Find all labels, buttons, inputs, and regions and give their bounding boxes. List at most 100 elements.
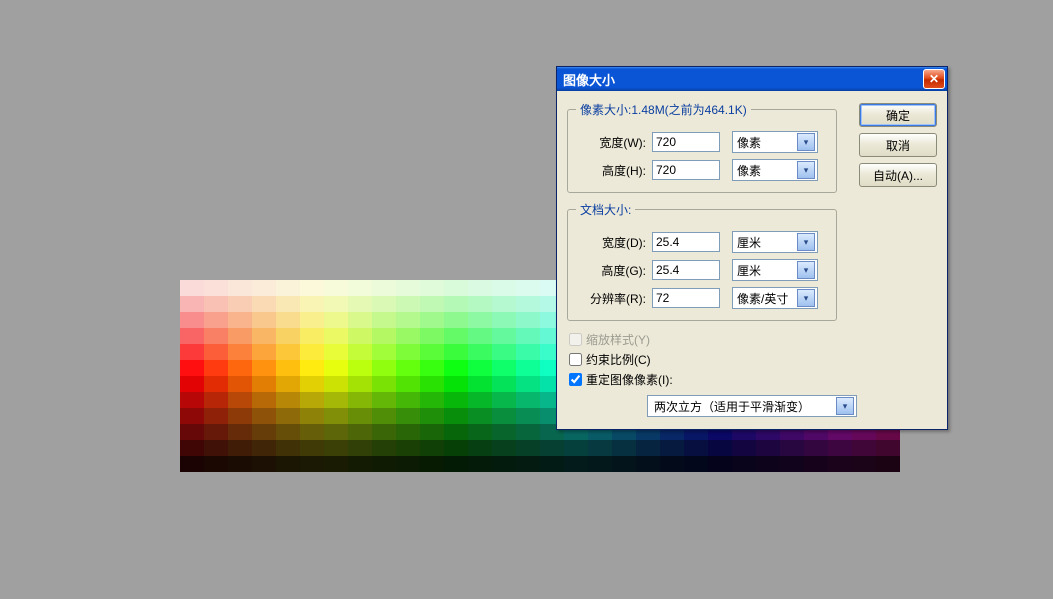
swatch-cell[interactable] (468, 456, 492, 472)
swatch-cell[interactable] (612, 456, 636, 472)
swatch-cell[interactable] (180, 280, 204, 296)
swatch-cell[interactable] (204, 424, 228, 440)
swatch-cell[interactable] (468, 296, 492, 312)
swatch-cell[interactable] (468, 328, 492, 344)
swatch-cell[interactable] (516, 392, 540, 408)
swatch-cell[interactable] (180, 376, 204, 392)
swatch-cell[interactable] (756, 456, 780, 472)
swatch-cell[interactable] (396, 392, 420, 408)
swatch-cell[interactable] (492, 424, 516, 440)
doc-height-input[interactable] (652, 260, 720, 280)
swatch-cell[interactable] (180, 312, 204, 328)
swatch-cell[interactable] (420, 376, 444, 392)
swatch-cell[interactable] (396, 296, 420, 312)
swatch-cell[interactable] (276, 408, 300, 424)
chevron-down-icon[interactable]: ▾ (836, 397, 854, 415)
swatch-cell[interactable] (252, 360, 276, 376)
swatch-cell[interactable] (444, 440, 468, 456)
swatch-cell[interactable] (420, 392, 444, 408)
chevron-down-icon[interactable]: ▾ (797, 289, 815, 307)
swatch-cell[interactable] (684, 440, 708, 456)
titlebar[interactable]: 图像大小 ✕ (557, 67, 947, 91)
swatch-cell[interactable] (300, 392, 324, 408)
swatch-cell[interactable] (732, 440, 756, 456)
swatch-cell[interactable] (252, 344, 276, 360)
ok-button[interactable]: 确定 (859, 103, 937, 127)
swatch-cell[interactable] (420, 408, 444, 424)
resolution-unit-select[interactable]: 像素/英寸 ▾ (732, 287, 818, 309)
swatch-cell[interactable] (300, 312, 324, 328)
swatch-cell[interactable] (204, 392, 228, 408)
swatch-cell[interactable] (228, 440, 252, 456)
swatch-cell[interactable] (180, 360, 204, 376)
swatch-cell[interactable] (852, 456, 876, 472)
swatch-cell[interactable] (612, 440, 636, 456)
swatch-cell[interactable] (180, 296, 204, 312)
swatch-cell[interactable] (372, 296, 396, 312)
pixel-height-unit-select[interactable]: 像素 ▾ (732, 159, 818, 181)
swatch-cell[interactable] (228, 280, 252, 296)
pixel-height-input[interactable] (652, 160, 720, 180)
swatch-cell[interactable] (492, 360, 516, 376)
swatch-cell[interactable] (828, 456, 852, 472)
swatch-cell[interactable] (396, 280, 420, 296)
swatch-cell[interactable] (396, 360, 420, 376)
swatch-cell[interactable] (684, 456, 708, 472)
swatch-cell[interactable] (252, 408, 276, 424)
chevron-down-icon[interactable]: ▾ (797, 233, 815, 251)
swatch-cell[interactable] (420, 280, 444, 296)
swatch-cell[interactable] (204, 360, 228, 376)
swatch-cell[interactable] (396, 424, 420, 440)
close-button[interactable]: ✕ (923, 69, 945, 89)
swatch-cell[interactable] (276, 312, 300, 328)
swatch-cell[interactable] (324, 408, 348, 424)
swatch-cell[interactable] (300, 344, 324, 360)
swatch-cell[interactable] (516, 328, 540, 344)
swatch-cell[interactable] (444, 424, 468, 440)
swatch-cell[interactable] (324, 280, 348, 296)
swatch-cell[interactable] (516, 408, 540, 424)
swatch-cell[interactable] (228, 360, 252, 376)
swatch-cell[interactable] (348, 296, 372, 312)
swatch-cell[interactable] (852, 440, 876, 456)
swatch-cell[interactable] (492, 408, 516, 424)
swatch-cell[interactable] (372, 376, 396, 392)
swatch-cell[interactable] (204, 296, 228, 312)
swatch-cell[interactable] (588, 440, 612, 456)
swatch-cell[interactable] (276, 440, 300, 456)
swatch-cell[interactable] (300, 376, 324, 392)
swatch-cell[interactable] (516, 312, 540, 328)
swatch-cell[interactable] (276, 392, 300, 408)
swatch-cell[interactable] (180, 408, 204, 424)
swatch-cell[interactable] (348, 456, 372, 472)
swatch-cell[interactable] (300, 328, 324, 344)
swatch-cell[interactable] (444, 408, 468, 424)
swatch-cell[interactable] (180, 456, 204, 472)
swatch-cell[interactable] (300, 360, 324, 376)
swatch-cell[interactable] (372, 424, 396, 440)
swatch-cell[interactable] (804, 440, 828, 456)
swatch-cell[interactable] (228, 424, 252, 440)
swatch-cell[interactable] (492, 328, 516, 344)
cancel-button[interactable]: 取消 (859, 133, 937, 157)
swatch-cell[interactable] (348, 424, 372, 440)
swatch-cell[interactable] (372, 392, 396, 408)
swatch-cell[interactable] (228, 408, 252, 424)
swatch-cell[interactable] (420, 424, 444, 440)
swatch-cell[interactable] (324, 296, 348, 312)
swatch-cell[interactable] (516, 376, 540, 392)
swatch-cell[interactable] (276, 296, 300, 312)
swatch-cell[interactable] (228, 376, 252, 392)
swatch-cell[interactable] (228, 328, 252, 344)
swatch-cell[interactable] (228, 392, 252, 408)
chevron-down-icon[interactable]: ▾ (797, 161, 815, 179)
swatch-cell[interactable] (420, 296, 444, 312)
auto-button[interactable]: 自动(A)... (859, 163, 937, 187)
swatch-cell[interactable] (396, 456, 420, 472)
swatch-cell[interactable] (444, 376, 468, 392)
swatch-cell[interactable] (324, 360, 348, 376)
swatch-cell[interactable] (276, 280, 300, 296)
doc-height-unit-select[interactable]: 厘米 ▾ (732, 259, 818, 281)
swatch-cell[interactable] (756, 440, 780, 456)
swatch-cell[interactable] (396, 328, 420, 344)
